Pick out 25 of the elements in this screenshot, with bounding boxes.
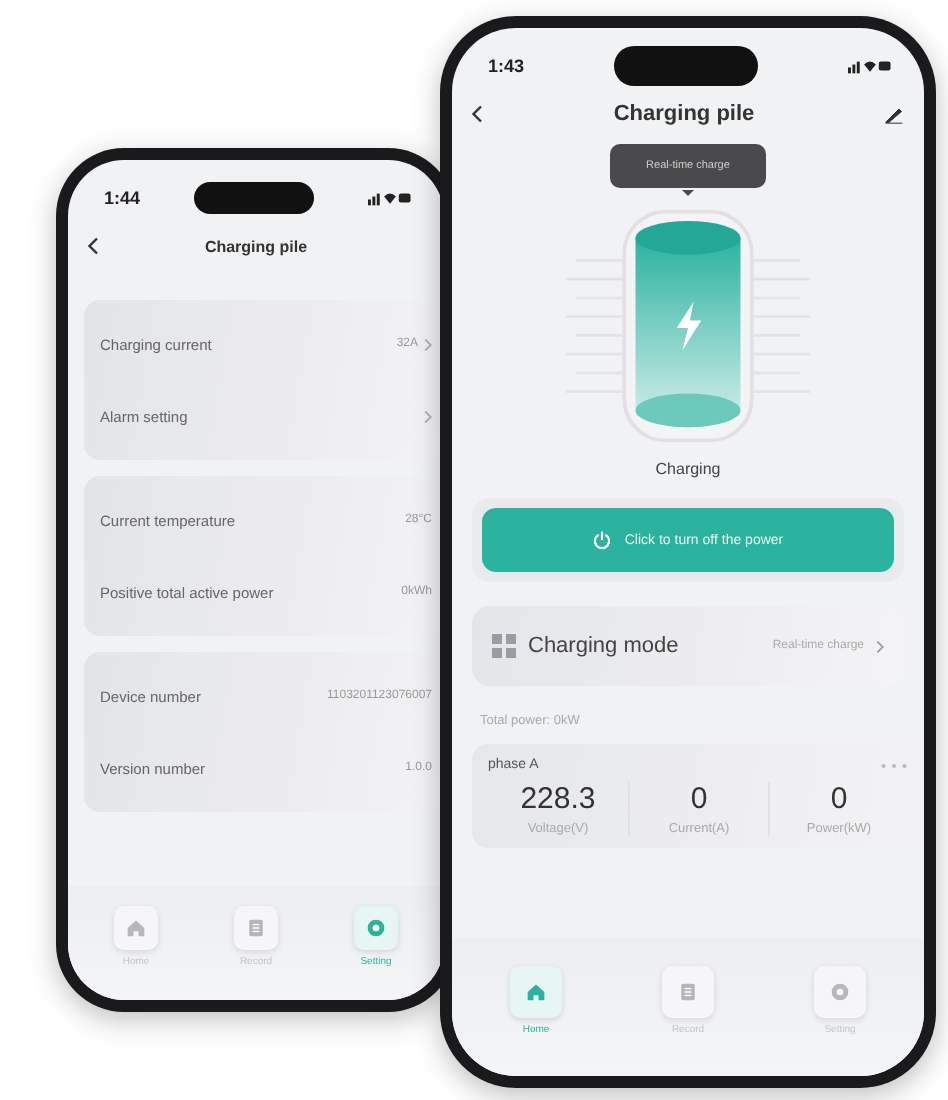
- screen-title: Charging pile: [204, 237, 308, 255]
- edit-icon[interactable]: [884, 104, 904, 124]
- metric-value: 0: [830, 782, 848, 816]
- settings-icon: [830, 982, 850, 1002]
- status-icons-drawing: [367, 190, 412, 206]
- metric-value: 0: [690, 782, 708, 816]
- home-icon: [526, 982, 546, 1002]
- status-icons-drawing: [847, 58, 892, 74]
- home-icon: [126, 918, 146, 938]
- status-time: 1:44: [104, 188, 141, 208]
- power-icon: [592, 530, 613, 550]
- chevron-icon: [876, 639, 884, 653]
- dynamic-island: [614, 46, 758, 86]
- charging-status: Charging: [655, 460, 721, 478]
- screen-title: Charging pile: [613, 102, 755, 126]
- document-icon: [246, 918, 266, 938]
- document-icon: [678, 982, 698, 1002]
- dynamic-island: [194, 182, 314, 214]
- settings-icon: [366, 918, 386, 938]
- back-icon[interactable]: [88, 236, 100, 256]
- status-time: 1:43: [488, 56, 525, 76]
- mode-label: Charging mode: [528, 634, 679, 658]
- metric-value: 228.3: [520, 782, 596, 816]
- grid-icon: [492, 634, 516, 658]
- back-icon[interactable]: [472, 104, 484, 124]
